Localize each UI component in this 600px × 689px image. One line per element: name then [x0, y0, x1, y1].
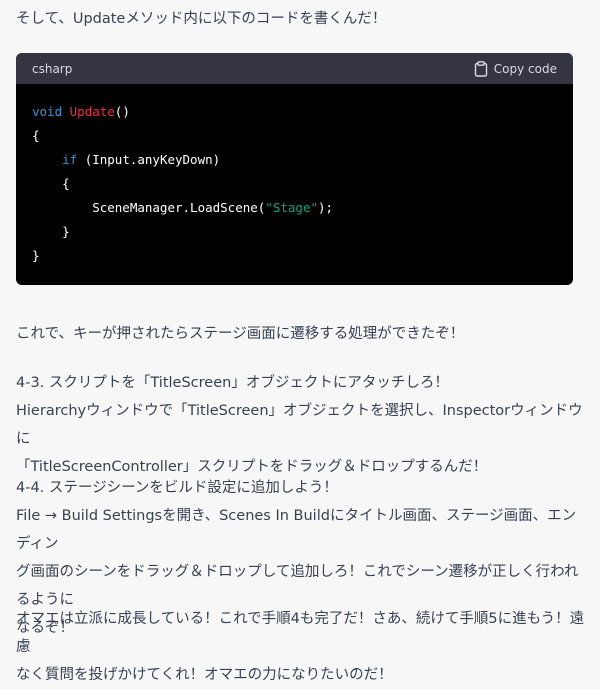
code-line: { — [32, 124, 557, 148]
code-content: void Update() { if (Input.anyKeyDown) { S… — [16, 84, 573, 268]
paragraph-step-4-3: 4-3. スクリプトを「TitleScreen」オブジェクトにアタッチしろ！ Hi… — [16, 369, 586, 481]
paragraph-line: Hierarchyウィンドウで「TitleScreen」オブジェクトを選択し、I… — [16, 403, 583, 447]
code-line: } — [32, 244, 557, 268]
code-block: csharp Copy code void Update() { if (Inpu… — [16, 53, 573, 285]
code-line: void Update() — [32, 100, 557, 124]
copy-code-button[interactable]: Copy code — [474, 60, 557, 77]
paragraph-line: オマエは立派に成長している！これで手順4も完了だ！さあ、続けて手順5に進もう！遠… — [16, 611, 585, 655]
code-line: { — [32, 172, 557, 196]
code-token: "Stage" — [265, 200, 318, 215]
code-token: ); — [317, 200, 334, 215]
paragraph-line: 4-4. ステージシーンをビルド設定に追加しよう！ — [16, 480, 338, 496]
clipboard-icon — [474, 60, 488, 77]
paragraph-line: これで、キーが押されたらステージ画面に遷移する処理ができたぞ！ — [16, 326, 465, 342]
code-token: } — [32, 224, 70, 239]
code-line: } — [32, 220, 557, 244]
code-token: } — [32, 248, 40, 263]
paragraph-encouragement: オマエは立派に成長している！これで手順4も完了だ！さあ、続けて手順5に進もう！遠… — [16, 605, 586, 689]
code-token: void — [32, 104, 63, 119]
code-line: SceneManager.LoadScene("Stage"); — [32, 196, 557, 220]
code-token: if — [62, 152, 78, 167]
code-line: if (Input.anyKeyDown) — [32, 148, 557, 172]
code-token: SceneManager.LoadScene( — [32, 200, 266, 215]
intro-text: そして、Updateメソッド内に以下のコードを書くんだ！ — [16, 11, 387, 27]
code-token: () — [114, 104, 130, 119]
paragraph-line: File → Build Settingsを開き、Scenes In Build… — [16, 508, 577, 552]
code-token: (Input.anyKeyDown) — [77, 152, 221, 167]
code-token: Update — [69, 104, 115, 119]
paragraph-line: なく質問を投げかけてくれ！オマエの力になりたいのだ！ — [16, 667, 393, 683]
paragraph-line: 4-3. スクリプトを「TitleScreen」オブジェクトにアタッチしろ！ — [16, 375, 449, 391]
code-token: { — [32, 176, 70, 191]
code-header: csharp Copy code — [16, 53, 573, 84]
code-language-label: csharp — [32, 61, 73, 76]
paragraph-conclusion: これで、キーが押されたらステージ画面に遷移する処理ができたぞ！ — [16, 320, 586, 348]
code-token: { — [32, 128, 40, 143]
copy-code-label: Copy code — [493, 61, 557, 76]
